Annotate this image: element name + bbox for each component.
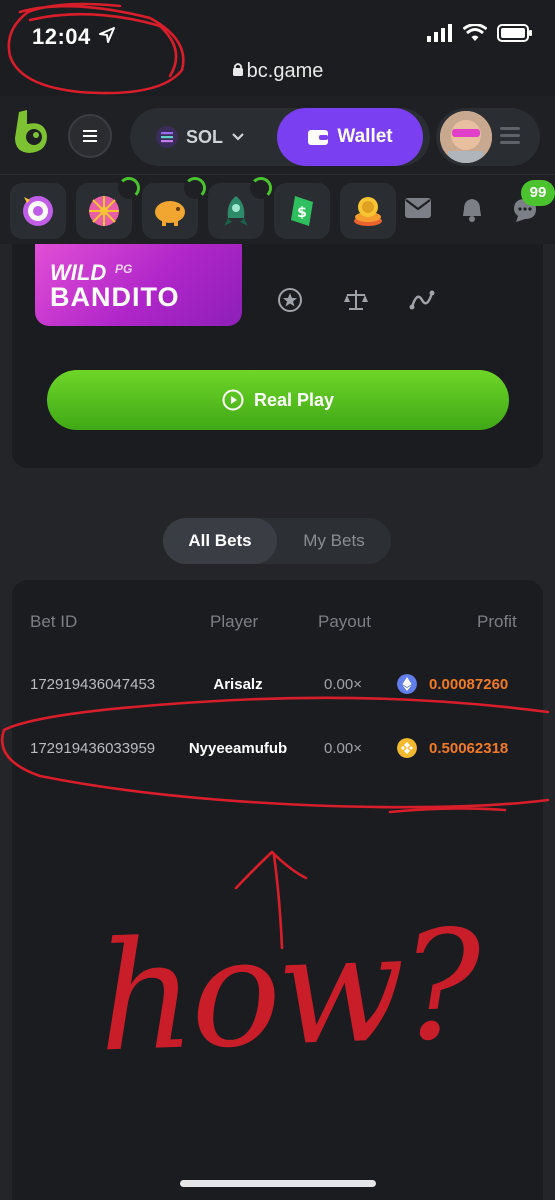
wallet-icon [308,130,329,145]
wifi-icon [463,24,487,41]
home-indicator[interactable] [180,1180,376,1187]
bet-id[interactable]: 172919436033959 [30,740,155,757]
lock-icon [232,60,244,83]
bell-icon[interactable] [460,197,484,223]
chat-notification-badge: 99 [521,180,555,206]
profit: 0.00087260 [429,676,509,693]
table-row[interactable]: 172919436033959 Nyyeeamufub 0.00× 0.5006… [12,730,543,770]
wheel-icon [89,196,119,226]
profile-pill[interactable] [436,108,540,166]
piggy-bank-icon [155,201,185,226]
column-header-player: Player [210,612,259,631]
bnb-icon [397,738,417,758]
hamburger-icon [83,130,97,142]
game-thumbnail[interactable]: WILD PG BANDITO [35,244,242,326]
column-header-bet-id: Bet ID [30,612,78,631]
tab-all-bets[interactable]: All Bets [163,518,277,564]
payout: 0.00× [324,676,362,693]
player-name[interactable]: Nyyeeamufub [180,740,296,757]
wallet-label: Wallet [337,126,393,147]
currency-wallet-group: SOL Wallet [130,108,430,166]
lucky-wheel-button[interactable] [76,177,140,239]
real-play-label: Real Play [253,389,335,410]
status-bar: 12:04 bc.game [0,0,555,96]
progress-ring [118,177,140,199]
rocket-icon [224,196,248,226]
currency-label: SOL [186,126,224,147]
game-card: WILD PG BANDITO Real Play [12,244,543,468]
signal-icon [427,24,452,42]
piggy-bank-button[interactable] [142,177,206,239]
rocket-button[interactable] [208,177,272,239]
solana-icon [156,126,178,148]
progress-ring [184,177,206,199]
site-header: SOL Wallet [0,96,555,174]
bet-id[interactable]: 172919436047453 [30,676,155,693]
spin-target-button[interactable] [10,183,66,239]
favorite-star-icon[interactable] [277,287,303,313]
avatar[interactable] [440,111,492,163]
payout: 0.00× [324,740,362,757]
profit: 0.50062318 [429,740,509,757]
system-icons [427,24,533,42]
mail-icon[interactable] [404,197,432,219]
real-play-button[interactable]: Real Play [47,370,509,430]
provider-logo: PG [115,262,133,276]
menu-button[interactable] [68,114,112,158]
list-menu-icon [500,127,520,144]
fairness-scale-icon[interactable] [343,287,369,313]
player-name[interactable]: Arisalz [180,676,296,693]
progress-ring [250,177,272,199]
coin-stack-icon [354,197,382,226]
url-bar[interactable]: bc.game [0,60,555,83]
game-title-line-2: BANDITO [50,282,180,312]
target-spin-icon [23,196,53,226]
bets-table: Bet ID Player Payout Profit 172919436047… [12,580,543,1200]
column-header-profit: Profit [477,612,517,631]
url-text: bc.game [246,60,324,82]
currency-selector[interactable]: SOL [156,108,245,166]
wallet-button[interactable]: Wallet [277,108,423,166]
price-tag-icon: $ [291,196,313,226]
stats-curve-icon[interactable] [409,287,435,313]
tab-my-bets[interactable]: My Bets [277,518,391,564]
svg-text:$: $ [297,205,307,221]
bets-tab-switcher: All Bets My Bets [163,518,391,564]
play-circle-icon [222,389,244,411]
bc-game-logo[interactable] [13,110,51,154]
location-arrow-icon [99,27,115,43]
chevron-down-icon [232,133,244,141]
battery-icon [497,24,532,42]
coin-reward-button[interactable] [340,183,396,239]
handwritten-how-text: how? [95,898,481,1086]
quick-nav-bar: $ [0,174,555,244]
status-time: 12:04 [32,24,91,49]
eth-icon [397,674,417,694]
game-action-icons [277,287,435,313]
table-row[interactable]: 172919436047453 Arisalz 0.00× 0.00087260 [12,666,543,706]
column-header-payout: Payout [318,612,371,631]
cashback-tag-button[interactable]: $ [274,183,330,239]
